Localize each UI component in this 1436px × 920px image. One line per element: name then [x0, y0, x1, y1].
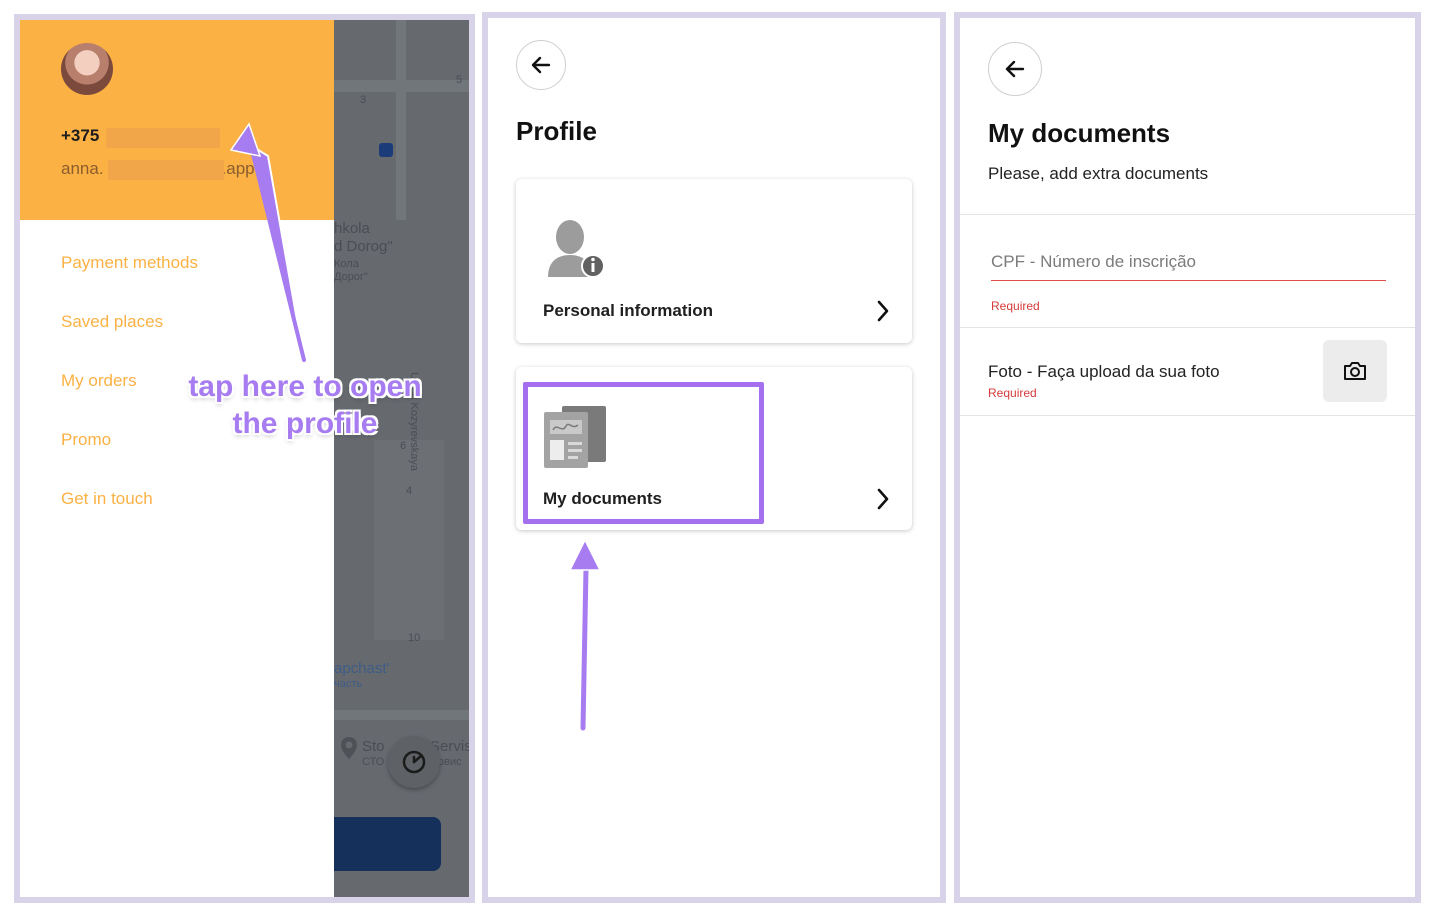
cpf-input[interactable]: [991, 243, 1386, 281]
profile-panel: Profile Personal information My document…: [482, 12, 946, 903]
side-drawer-panel: +375 anna. .app Payment methods Saved pla…: [14, 14, 475, 903]
divider: [960, 415, 1415, 416]
divider: [960, 327, 1415, 328]
photo-upload-label: Foto - Faça upload da sua foto: [988, 362, 1220, 381]
camera-icon: [1344, 362, 1366, 380]
cpf-error-text: Required: [991, 299, 1040, 313]
divider: [960, 214, 1415, 215]
annotation-arrow: [568, 538, 602, 731]
back-button[interactable]: [988, 42, 1042, 96]
my-documents-panel: My documents Please, add extra documents…: [954, 12, 1421, 903]
page-title: My documents: [988, 118, 1171, 148]
annotation-arrow: [229, 122, 306, 362]
photo-error-text: Required: [988, 386, 1037, 400]
page-subtitle: Please, add extra documents: [988, 164, 1209, 183]
photo-upload-button[interactable]: [1323, 340, 1387, 402]
back-arrow-icon: [1005, 60, 1025, 78]
